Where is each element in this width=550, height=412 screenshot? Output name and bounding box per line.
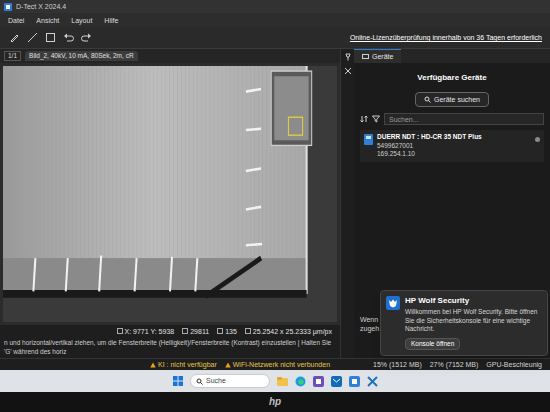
image-tab-bar: 1/1 Bild_2, 40kV, 10 mA, 80Sek, 2m, cR <box>0 49 340 63</box>
app-status-bar: KI : nicht verfügbar WiFi-Netzwerk nicht … <box>0 358 550 370</box>
taskbar-search-input[interactable] <box>206 376 264 387</box>
status-value: 25.2542 x 25.2333 µm/px <box>253 328 332 335</box>
undo-icon[interactable] <box>62 31 75 44</box>
menu-item[interactable]: Datei <box>8 17 24 24</box>
redo-icon[interactable] <box>80 31 93 44</box>
device-name: DUERR NDT : HD-CR 35 NDT Plus <box>377 134 531 141</box>
status-message-text: WiFi-Netzwerk nicht verbunden <box>233 361 330 368</box>
status-item: 29811 <box>182 328 209 335</box>
status-message: KI : nicht verfügbar <box>150 361 217 368</box>
devices-title: Verfügbare Geräte <box>360 63 544 92</box>
devices-tab[interactable]: Geräte <box>354 49 401 63</box>
monitor-bezel: hp <box>0 392 550 412</box>
taskbar <box>0 370 550 392</box>
image-panel: 1/1 Bild_2, 40kV, 10 mA, 80Sek, 2m, cR X: … <box>0 49 340 358</box>
status-item: 25.2542 x 25.2333 µm/px <box>245 328 332 335</box>
close-icon[interactable] <box>344 67 352 75</box>
resource-meter: 15% (1512 MB) <box>373 361 422 368</box>
security-notification[interactable]: HP Wolf Security Willkommen bei HP Wolf S… <box>380 290 548 356</box>
status-message-text: KI : nicht verfügbar <box>158 361 217 368</box>
app-icon <box>4 3 12 11</box>
notification-title: HP Wolf Security <box>405 296 542 306</box>
dtect-app-icon[interactable] <box>348 375 360 387</box>
status-icon <box>182 328 188 334</box>
mail-icon[interactable] <box>330 375 342 387</box>
toolbar: Online-Lizenzüberprüfung innerhalb von 3… <box>0 27 550 49</box>
taskbar-search-icon <box>196 378 203 385</box>
image-status-bar: X: 9771 Y: 5938 29811 135 25.2542 x 25.2333… <box>0 325 340 337</box>
notification-body: Willkommen bei HP Wolf Security. Bitte ö… <box>405 308 542 333</box>
filter-icon[interactable] <box>372 115 380 123</box>
status-icon <box>245 328 251 334</box>
warning-icon <box>225 362 231 368</box>
hint-text: n und horizontal/vertikal ziehen, um die… <box>0 337 340 358</box>
device-serial: 5499627001 <box>377 143 531 150</box>
device-status-dot <box>535 137 540 142</box>
status-message: WiFi-Netzwerk nicht verbunden <box>225 361 330 368</box>
status-icon <box>117 328 123 334</box>
device-ip: 169.254.1.10 <box>377 151 531 158</box>
status-value: 29811 <box>190 328 209 335</box>
panel-strip <box>340 49 354 358</box>
folder-icon[interactable] <box>276 375 288 387</box>
tool-app-icon[interactable] <box>366 375 378 387</box>
license-notice[interactable]: Online-Lizenzüberprüfung innerhalb von 3… <box>350 34 542 41</box>
status-item: 135 <box>217 328 237 335</box>
pin-icon[interactable] <box>344 53 352 61</box>
start-icon[interactable] <box>172 375 184 387</box>
hp-logo: hp <box>269 397 281 407</box>
scanner-icon <box>364 134 373 145</box>
menu-item[interactable]: Hilfe <box>104 17 118 24</box>
title-bar: D-Tect X 2024.4 <box>0 0 550 13</box>
wolf-security-icon <box>386 296 400 310</box>
page-indicator: 1/1 <box>4 51 21 62</box>
pencil-icon[interactable] <box>8 31 21 44</box>
search-devices-button[interactable]: Geräte suchen <box>415 92 489 107</box>
open-console-button[interactable]: Konsole öffnen <box>405 338 460 351</box>
status-value: X: 9771 Y: 5938 <box>125 328 175 335</box>
menu-item[interactable]: Ansicht <box>36 17 59 24</box>
device-tab-icon <box>362 53 369 60</box>
xray-image[interactable] <box>0 63 340 325</box>
sort-icon[interactable] <box>360 115 368 123</box>
menu-bar: Datei Ansicht Layout Hilfe <box>0 13 550 27</box>
search-icon <box>424 96 431 103</box>
image-tab[interactable]: Bild_2, 40kV, 10 mA, 80Sek, 2m, cR <box>25 51 138 62</box>
filter-row <box>360 113 544 130</box>
devices-tab-label: Geräte <box>372 53 393 60</box>
line-icon[interactable] <box>26 31 39 44</box>
device-search-input[interactable] <box>384 113 544 125</box>
warning-icon <box>150 362 156 368</box>
status-value: 135 <box>225 328 237 335</box>
resource-meter: 27% (7152 MB) <box>430 361 479 368</box>
device-item[interactable]: DUERR NDT : HD-CR 35 NDT Plus 54996270011… <box>360 130 544 162</box>
browser-icon[interactable] <box>294 375 306 387</box>
notification-content: HP Wolf Security Willkommen bei HP Wolf S… <box>405 296 542 350</box>
menu-item[interactable]: Layout <box>71 17 92 24</box>
screen: D-Tect X 2024.4 Datei Ansicht Layout Hilfe On… <box>0 0 550 392</box>
status-icon <box>217 328 223 334</box>
resource-meter: GPU-Beschleunig <box>486 361 542 368</box>
search-devices-label: Geräte suchen <box>434 96 480 103</box>
device-info: DUERR NDT : HD-CR 35 NDT Plus 54996270011… <box>377 134 531 158</box>
teams-icon[interactable] <box>312 375 324 387</box>
window-title: D-Tect X 2024.4 <box>16 3 66 10</box>
search-button-row: Geräte suchen <box>360 92 544 113</box>
taskbar-search[interactable] <box>190 374 270 388</box>
devices-tab-bar: Geräte <box>354 49 550 63</box>
rectangle-icon[interactable] <box>44 31 57 44</box>
main-area: 1/1 Bild_2, 40kV, 10 mA, 80Sek, 2m, cR X: … <box>0 49 550 358</box>
status-item: X: 9771 Y: 5938 <box>117 328 175 335</box>
